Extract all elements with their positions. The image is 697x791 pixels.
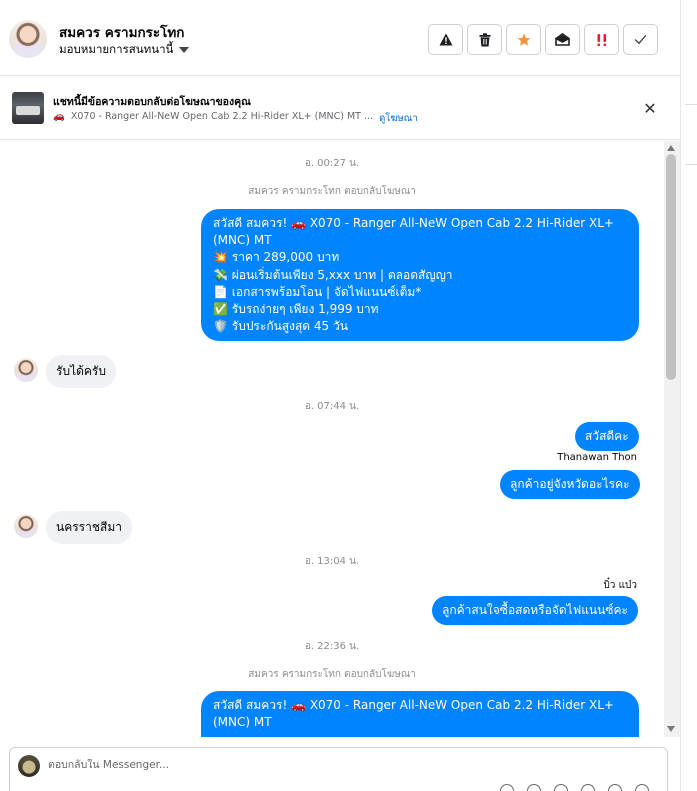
ad-thumbnail[interactable] bbox=[12, 92, 44, 124]
view-ad-link[interactable]: ดูโฆษณา bbox=[379, 111, 418, 126]
reply-composer[interactable] bbox=[9, 747, 668, 791]
spam-button[interactable] bbox=[584, 24, 619, 55]
attachment-icon[interactable] bbox=[500, 784, 514, 791]
scroll-up-arrow-icon[interactable] bbox=[667, 145, 675, 151]
right-panel-edge bbox=[680, 0, 697, 791]
composer-tools bbox=[500, 784, 649, 791]
system-message: สมควร ครามกระโทก ตอบกลับโฆษณา bbox=[248, 186, 416, 197]
assign-conversation-dropdown[interactable]: มอบหมายการสนทนานี้ bbox=[59, 41, 190, 59]
divider bbox=[685, 164, 697, 165]
scrollbar-thumb[interactable] bbox=[666, 154, 676, 380]
contact-name[interactable]: สมควร ครามกระโทก bbox=[59, 21, 184, 43]
message-line: 🛡️ รับประกันสูงสุด 45 วัน bbox=[213, 319, 348, 334]
delete-button[interactable] bbox=[467, 24, 502, 55]
message-line: สวัสดี สมควร! 🚗 X070 - Ranger All-NeW Op… bbox=[213, 698, 614, 712]
message-line: (MNC) MT bbox=[213, 715, 272, 730]
assign-label: มอบหมายการสนทนานี้ bbox=[59, 42, 174, 56]
ad-banner-detail: 🚗 X070 - Ranger All-NeW Open Cab 2.2 Hi-… bbox=[53, 111, 418, 126]
timestamp: อ. 13:04 น. bbox=[304, 556, 360, 567]
timestamp: อ. 22:36 น. bbox=[304, 641, 360, 652]
message-line: สวัสดี สมควร! 🚗 X070 - Ranger All-NeW Op… bbox=[213, 216, 614, 230]
saved-reply-icon[interactable] bbox=[608, 784, 622, 791]
warning-icon bbox=[439, 33, 452, 46]
timestamp: อ. 07:44 น. bbox=[304, 401, 360, 412]
star-button[interactable] bbox=[506, 24, 541, 55]
composer-area bbox=[0, 737, 680, 791]
link-icon[interactable] bbox=[527, 784, 541, 791]
priority-icon bbox=[597, 33, 606, 46]
page-avatar bbox=[18, 755, 40, 777]
sender-name: Thanawan Thon bbox=[557, 452, 637, 463]
ad-banner-title: แชทนี้มีข้อความตอบกลับต่อโฆษณาของคุณ bbox=[53, 96, 251, 108]
timestamp: อ. 00:27 น. bbox=[304, 158, 360, 169]
outgoing-message[interactable]: ลูกค้าอยู่จังหวัดอะไรคะ bbox=[500, 470, 640, 500]
sender-name: บิ๋ว แบ๋ว bbox=[603, 580, 637, 591]
outgoing-message[interactable]: สวัสดีคะ bbox=[575, 422, 639, 452]
contact-avatar[interactable] bbox=[9, 20, 47, 58]
message-list[interactable]: อ. 00:27 น. สมควร ครามกระโทก ตอบกลับโฆษณ… bbox=[0, 141, 664, 737]
system-message: สมควร ครามกระโทก ตอบกลับโฆษณา bbox=[248, 669, 416, 680]
ad-reply-banner: แชทนี้มีข้อความตอบกลับต่อโฆษณาของคุณ 🚗 X… bbox=[0, 76, 680, 140]
message-line: 📄 เอกสารพร้อมโอน | จัดไฟแนนซ์เต็ม* bbox=[213, 284, 422, 299]
outgoing-message[interactable]: ลูกค้าสนใจซื้อสดหรือจัดไฟแนนซ์คะ bbox=[432, 596, 638, 626]
close-icon[interactable]: ✕ bbox=[640, 98, 660, 118]
car-emoji-icon: 🚗 bbox=[53, 111, 65, 122]
incoming-message[interactable]: รับได้ครับ bbox=[46, 355, 116, 388]
header-actions bbox=[428, 24, 658, 55]
done-button[interactable] bbox=[623, 24, 658, 55]
contact-avatar-small[interactable] bbox=[14, 358, 38, 382]
check-icon bbox=[634, 35, 647, 45]
mark-unread-button[interactable] bbox=[545, 24, 580, 55]
message-line: ✅ รับรถง่ายๆ เพียง 1,999 บาท bbox=[213, 302, 379, 317]
report-button[interactable] bbox=[428, 24, 463, 55]
trash-icon bbox=[479, 32, 490, 46]
scroll-down-arrow-icon[interactable] bbox=[667, 726, 675, 732]
emoji-icon[interactable] bbox=[554, 784, 568, 791]
message-line: (MNC) MT bbox=[213, 233, 272, 248]
message-line: 💸 ผ่อนเริ่มต้นเพียง 5,xxx บาท | ตลอดสัญญ… bbox=[213, 267, 453, 282]
star-icon bbox=[517, 33, 530, 46]
reply-input[interactable] bbox=[48, 759, 648, 771]
caret-down-icon bbox=[179, 47, 190, 53]
message-line: 💥 ราคา 289,000 บาท bbox=[213, 250, 340, 265]
sticker-icon[interactable] bbox=[581, 784, 595, 791]
divider bbox=[685, 104, 697, 105]
ad-message-bubble[interactable]: สวัสดี สมควร! 🚗 X070 - Ranger All-NeW Op… bbox=[201, 691, 639, 737]
ad-name: X070 - Ranger All-NeW Open Cab 2.2 Hi-Ri… bbox=[70, 111, 374, 122]
contact-avatar-small[interactable] bbox=[14, 514, 38, 538]
ad-message-bubble[interactable]: สวัสดี สมควร! 🚗 X070 - Ranger All-NeW Op… bbox=[201, 209, 639, 342]
incoming-message[interactable]: นครราชสีมา bbox=[46, 511, 132, 544]
envelope-open-icon bbox=[555, 33, 570, 46]
conversation-header: สมควร ครามกระโทก มอบหมายการสนทนานี้ bbox=[0, 0, 680, 76]
more-icon[interactable] bbox=[635, 784, 649, 791]
